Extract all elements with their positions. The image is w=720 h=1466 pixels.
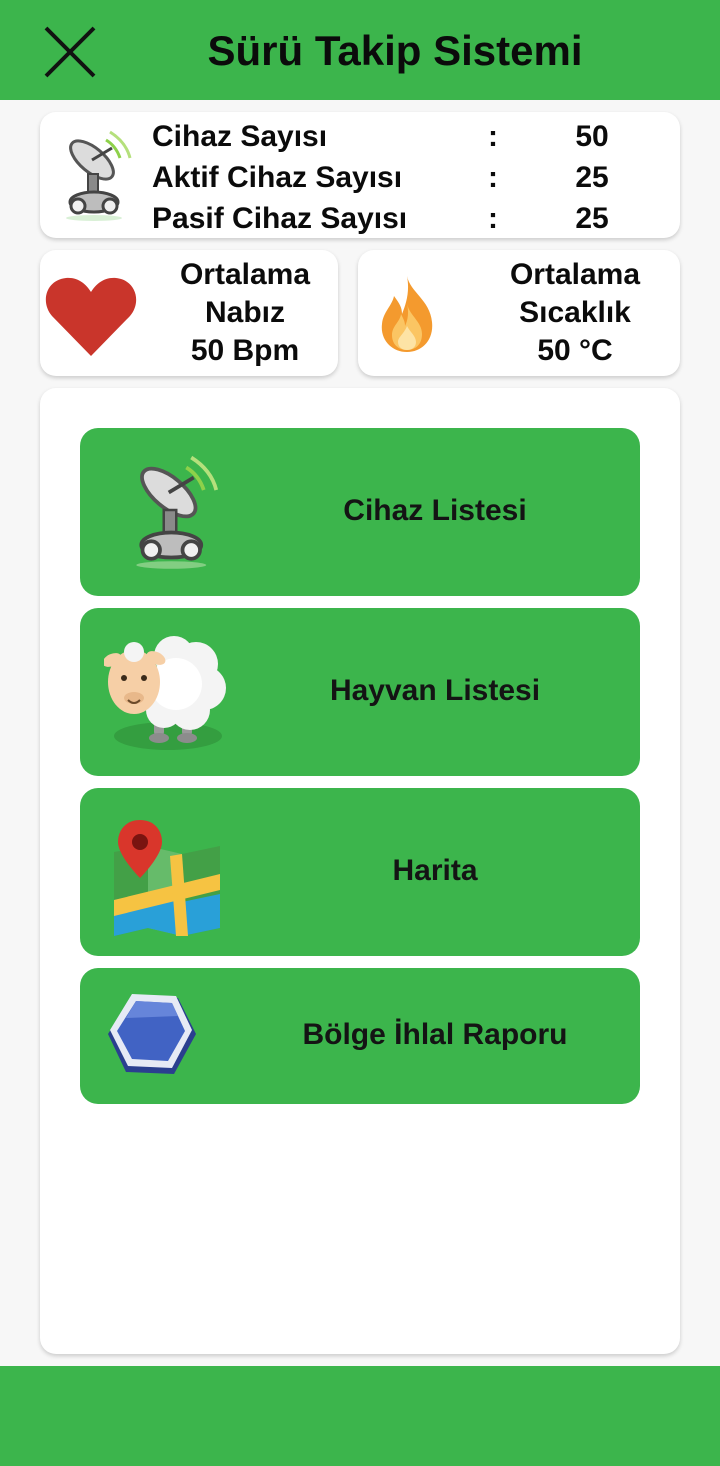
device-count-label: Cihaz Sayısı	[152, 120, 328, 153]
device-summary-card: Cihaz Sayısı : 50 Aktif Cihaz Sayısı : 2…	[40, 112, 680, 238]
passive-device-count-label: Pasif Cihaz Sayısı	[152, 202, 408, 235]
average-temperature-title-line2: Sıcaklık	[519, 296, 631, 329]
average-pulse-title-line2: Nabız	[204, 296, 285, 329]
device-list-button[interactable]: Cihaz Listesi	[80, 428, 640, 596]
app-root: Sürü Takip Sistemi Cihaz Sayısı : 50 Akt…	[0, 0, 720, 1466]
average-pulse-text: Ortalama Nabız 50 Bpm	[160, 256, 330, 370]
active-device-count-separator: :	[488, 161, 498, 194]
active-device-count-label: Aktif Cihaz Sayısı	[152, 161, 403, 194]
device-count-separator: :	[488, 120, 498, 153]
map-label: Harita	[392, 854, 478, 887]
menu-card: Cihaz Listesi Hayvan Listesi Harita Bölg…	[40, 388, 680, 1354]
close-icon	[44, 26, 96, 78]
sheep-icon	[104, 636, 226, 750]
heart-icon	[45, 277, 137, 356]
region-violation-report-button[interactable]: Bölge İhlal Raporu	[80, 968, 640, 1104]
average-pulse-card: Ortalama Nabız 50 Bpm	[40, 250, 338, 376]
average-temperature-card: Ortalama Sıcaklık 50 °C	[358, 250, 680, 376]
animal-list-button[interactable]: Hayvan Listesi	[80, 608, 640, 776]
bottom-bar	[0, 1366, 720, 1466]
average-temperature-text: Ortalama Sıcaklık 50 °C	[488, 256, 662, 370]
close-button[interactable]	[40, 22, 100, 82]
flame-icon	[381, 276, 433, 352]
region-violation-report-label: Bölge İhlal Raporu	[302, 1018, 568, 1051]
active-device-count-value: 25	[575, 161, 609, 194]
satellite-dish-icon	[136, 455, 219, 569]
page-title: Sürü Takip Sistemi	[207, 27, 583, 74]
satellite-dish-icon	[66, 130, 132, 221]
map-button[interactable]: Harita	[80, 788, 640, 956]
passive-device-count-value: 25	[575, 202, 609, 235]
device-count-row: Cihaz Sayısı : 50	[152, 117, 672, 157]
top-app-bar: Sürü Takip Sistemi	[0, 0, 720, 100]
average-temperature-value: 50 °C	[537, 334, 613, 367]
average-pulse-value: 50 Bpm	[190, 334, 300, 367]
passive-device-count-separator: :	[488, 202, 498, 235]
average-temperature-title-line1: Ortalama	[509, 258, 641, 291]
passive-device-count-row: Pasif Cihaz Sayısı : 25	[152, 199, 672, 239]
animal-list-label: Hayvan Listesi	[329, 674, 541, 707]
active-device-count-row: Aktif Cihaz Sayısı : 25	[152, 158, 672, 198]
device-count-value: 50	[575, 120, 609, 153]
device-list-label: Cihaz Listesi	[343, 494, 527, 527]
map-icon	[114, 820, 220, 936]
average-pulse-title-line1: Ortalama	[179, 258, 311, 291]
hexagon-icon	[108, 994, 196, 1074]
